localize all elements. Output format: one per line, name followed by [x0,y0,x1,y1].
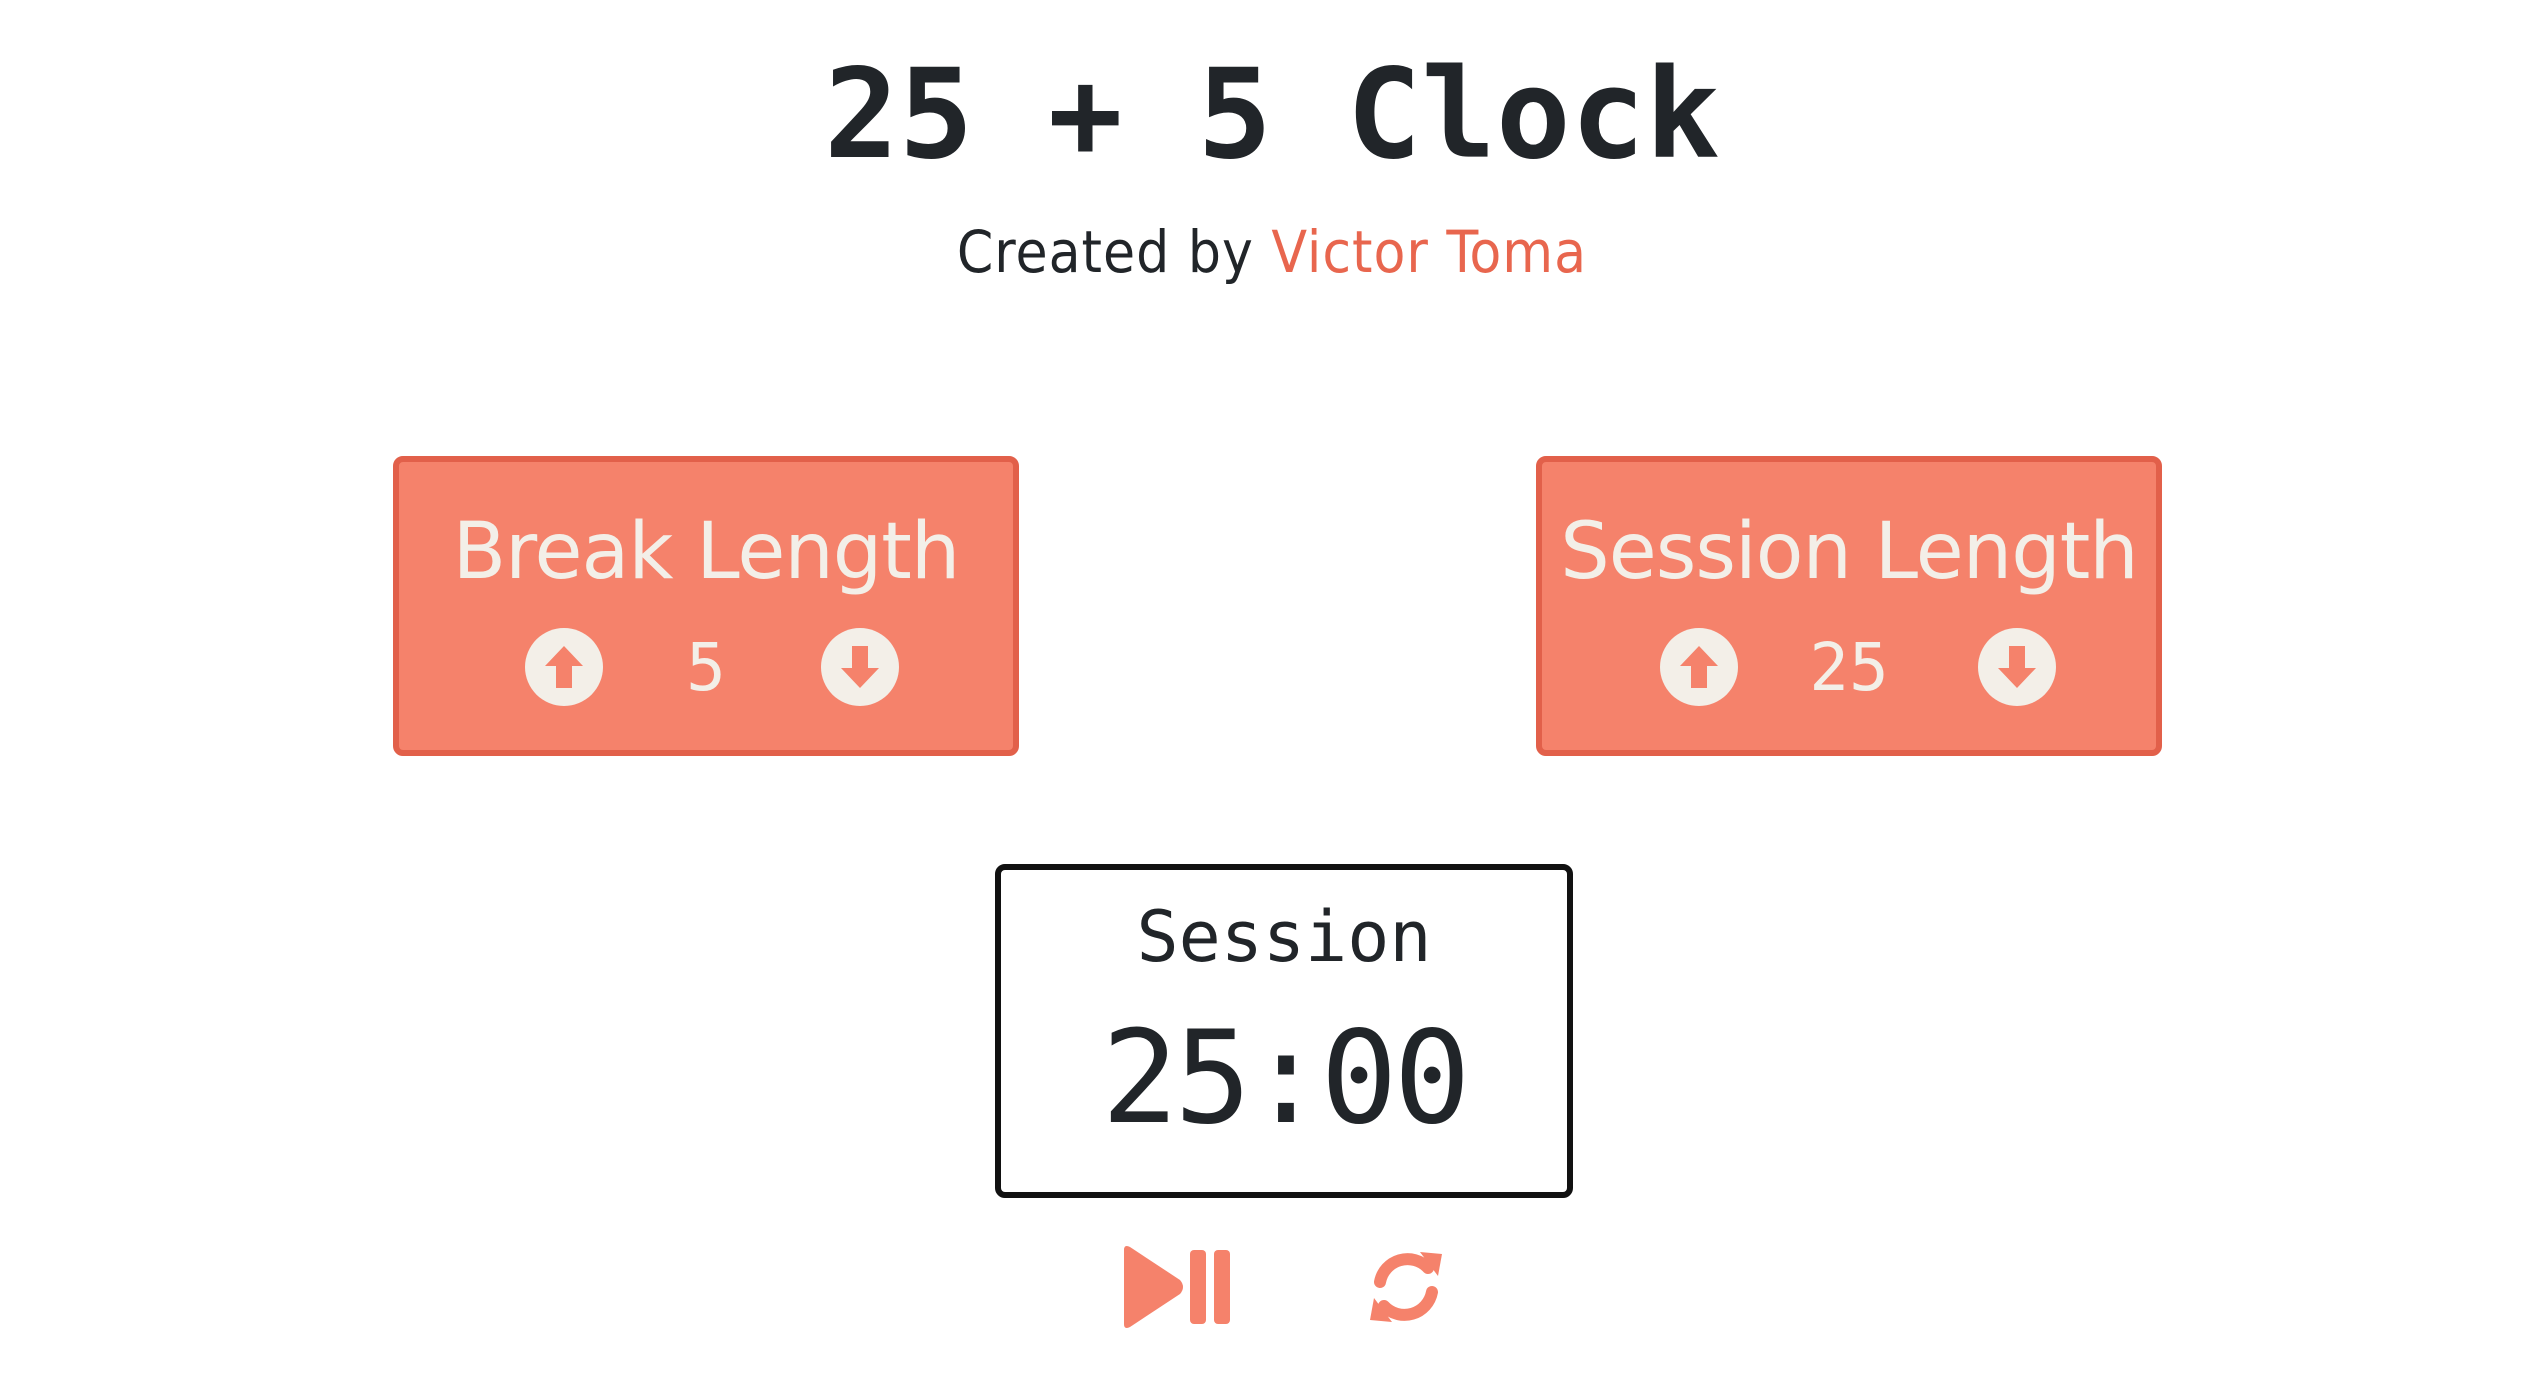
reset-button[interactable] [1346,1242,1466,1332]
arrow-circle-up-icon [545,646,583,688]
timer-label: Session [1136,896,1432,978]
break-decrement-button[interactable] [821,628,899,706]
session-length-panel: Session Length 25 [1536,456,2162,756]
created-by-label: Created by [956,218,1254,286]
break-increment-button[interactable] [525,628,603,706]
play-pause-icon [1124,1246,1230,1328]
arrow-circle-down-icon [1998,646,2036,688]
session-decrement-button[interactable] [1978,628,2056,706]
session-label: Session Length [1560,507,2138,597]
break-label: Break Length [452,507,961,597]
break-length-panel: Break Length 5 [393,456,1019,756]
refresh-icon [1370,1252,1442,1322]
arrow-circle-up-icon [1680,646,1718,688]
session-controls: 25 [1542,628,2156,708]
session-length-value: 25 [1809,629,1889,706]
break-controls: 5 [399,628,1013,708]
timer-display: Session 25:00 [995,864,1573,1198]
arrow-circle-down-icon [841,646,879,688]
start-stop-button[interactable] [1118,1242,1238,1332]
session-increment-button[interactable] [1660,628,1738,706]
page-title: 25 + 5 Clock [824,43,1720,187]
time-left: 25:00 [1101,1004,1470,1153]
clock-app: 25 + 5 Clock Created by Victor Toma Brea… [0,0,2544,1376]
break-length-value: 5 [686,629,726,706]
subtitle: Created by Victor Toma [0,212,2544,292]
author-link[interactable]: Victor Toma [1271,218,1587,286]
